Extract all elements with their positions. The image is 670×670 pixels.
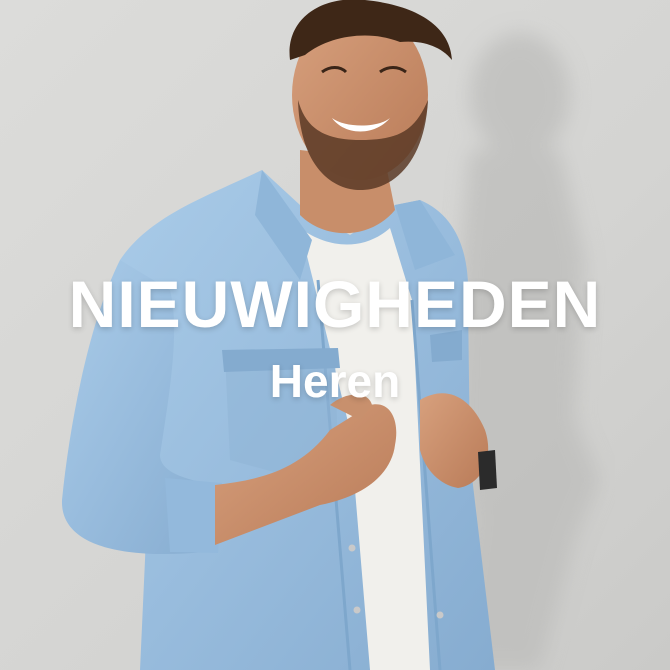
promo-banner-mens-new-arrivals[interactable]: NIEUWIGHEDEN Heren [0,0,670,670]
headline: NIEUWIGHEDEN [68,267,602,341]
subheadline-category: Heren [269,355,401,407]
